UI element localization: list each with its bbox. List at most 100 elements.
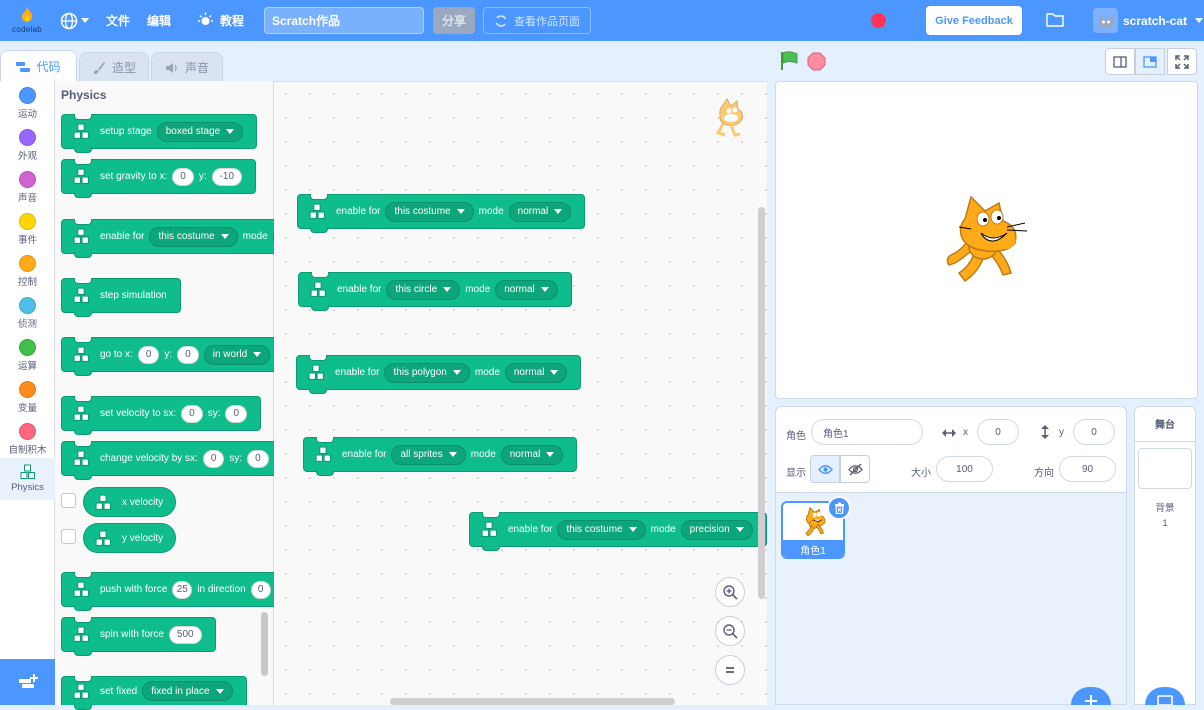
go-to-block[interactable]: go to x: 0 y: 0 in world	[61, 337, 285, 376]
sprite-cat-icon[interactable]	[941, 193, 1031, 290]
target-dropdown[interactable]: this costume	[557, 519, 646, 540]
tutorials-menu[interactable]: 教程	[197, 0, 244, 41]
target-dropdown[interactable]: this costume	[149, 226, 238, 247]
script-workspace[interactable]	[274, 81, 767, 705]
push-with-force-block[interactable]: push with force 25 in direction 0	[61, 572, 274, 611]
hide-sprite-button[interactable]	[840, 455, 870, 483]
tab-costumes[interactable]: 造型	[79, 52, 149, 82]
target-dropdown[interactable]: this costume	[385, 201, 474, 222]
block-label: step simulation	[100, 290, 167, 301]
small-stage-button[interactable]	[1105, 48, 1135, 75]
target-dropdown[interactable]: this polygon	[384, 362, 470, 383]
velocity-sy-input[interactable]: 0	[225, 404, 248, 423]
zoom-in-button[interactable]	[715, 577, 745, 607]
x-velocity-checkbox[interactable]	[61, 493, 76, 508]
change-sx-input[interactable]: 0	[202, 449, 225, 468]
green-flag-icon[interactable]	[780, 51, 799, 74]
delete-sprite-button[interactable]	[827, 496, 851, 520]
sprite-thumb-icon	[800, 506, 830, 541]
change-sy-input[interactable]: 0	[247, 449, 269, 468]
gravity-y-input[interactable]: -10	[211, 167, 243, 186]
sprite-name-input[interactable]: 角色1	[811, 419, 923, 445]
tab-sounds[interactable]: 声音	[151, 52, 223, 82]
mode-dropdown[interactable]: normal	[508, 201, 572, 222]
workspace-enable-for-block[interactable]: enable for this costume mode precision	[469, 512, 767, 551]
category-events[interactable]: 事件	[0, 213, 55, 255]
size-input[interactable]: 100	[936, 456, 993, 482]
category-sound[interactable]: 声音	[0, 171, 55, 213]
target-dropdown[interactable]: all sprites	[391, 444, 466, 465]
set-velocity-block[interactable]: set velocity to sx: 0 sy: 0	[61, 396, 262, 435]
category-physics[interactable]: Physics	[0, 458, 55, 500]
fixed-mode-dropdown[interactable]: fixed in place	[142, 681, 233, 701]
chevron-down-icon	[1195, 18, 1204, 23]
file-menu[interactable]: 文件	[106, 0, 130, 41]
category-looks[interactable]: 外观	[0, 129, 55, 171]
stage-thumbnail[interactable]	[1138, 448, 1192, 489]
mode-dropdown[interactable]: precision	[680, 519, 753, 540]
workspace-enable-for-block[interactable]: enable for this circle mode normal	[298, 272, 572, 311]
edit-menu[interactable]: 编辑	[147, 0, 171, 41]
direction-input[interactable]: 90	[1059, 456, 1116, 482]
push-direction-input[interactable]: 0	[250, 580, 271, 599]
y-velocity-checkbox[interactable]	[61, 529, 76, 544]
dropdown-value: normal	[509, 449, 541, 460]
dropdown-value: precision	[689, 524, 730, 535]
category-operators[interactable]: 运算	[0, 339, 55, 381]
set-gravity-block[interactable]: set gravity to x: 0 y: -10	[61, 159, 257, 198]
workspace-vertical-scrollbar[interactable]	[758, 207, 765, 599]
palette-scrollbar[interactable]	[261, 612, 268, 676]
normal-stage-button[interactable]	[1135, 48, 1165, 75]
category-variables[interactable]: 变量	[0, 381, 55, 423]
language-menu[interactable]	[60, 0, 89, 41]
add-extension-button[interactable]	[0, 659, 55, 705]
spin-force-input[interactable]: 500	[168, 625, 202, 644]
category-label: 声音	[17, 193, 37, 204]
step-simulation-block[interactable]: step simulation	[61, 278, 181, 317]
folder-icon[interactable]	[1046, 12, 1064, 30]
x-input[interactable]: 0	[977, 419, 1019, 445]
flame-icon	[21, 7, 33, 22]
fullscreen-button[interactable]	[1167, 48, 1197, 75]
change-velocity-block[interactable]: change velocity by sx: 0 sy: 0	[61, 441, 283, 480]
mode-dropdown[interactable]: normal	[500, 444, 564, 465]
mode-dropdown[interactable]: normal	[504, 362, 568, 383]
category-control[interactable]: 控制	[0, 255, 55, 297]
go-to-x-input[interactable]: 0	[137, 345, 160, 364]
stage-type-dropdown[interactable]: boxed stage	[156, 121, 244, 142]
workspace-enable-for-block[interactable]: enable for this polygon mode normal	[296, 355, 582, 394]
enable-for-block[interactable]: enable for this costume mode no	[61, 219, 296, 258]
y-input[interactable]: 0	[1073, 419, 1115, 445]
stop-sign-icon[interactable]	[807, 52, 826, 74]
set-fixed-block[interactable]: set fixed fixed in place	[61, 676, 247, 710]
give-feedback-button[interactable]: Give Feedback	[926, 6, 1022, 35]
go-to-y-input[interactable]: 0	[177, 345, 199, 364]
project-title-input[interactable]	[264, 7, 424, 34]
logo[interactable]: codelab	[8, 0, 46, 41]
account-menu[interactable]: scratch-cat	[1093, 0, 1204, 41]
physics-block-icon	[297, 356, 335, 389]
share-button[interactable]: 分享	[433, 7, 475, 34]
target-dropdown[interactable]: this circle	[386, 279, 461, 300]
record-indicator-icon[interactable]	[871, 13, 886, 28]
spin-with-force-block[interactable]: spin with force 500	[61, 617, 216, 656]
gravity-x-input[interactable]: 0	[172, 167, 194, 186]
setup-stage-block[interactable]: setup stage boxed stage	[61, 114, 258, 153]
mode-dropdown[interactable]: normal	[495, 279, 558, 300]
workspace-horizontal-scrollbar[interactable]	[390, 698, 675, 705]
show-sprite-button[interactable]	[810, 455, 840, 483]
x-velocity-reporter[interactable]: x velocity	[83, 487, 177, 517]
workspace-enable-for-block[interactable]: enable for this costume mode normal	[297, 194, 586, 233]
y-velocity-reporter[interactable]: y velocity	[83, 523, 177, 553]
velocity-sx-input[interactable]: 0	[181, 404, 203, 423]
see-project-page-button[interactable]: 查看作品页面	[483, 7, 591, 34]
category-motion[interactable]: 运动	[0, 87, 55, 129]
workspace-enable-for-block[interactable]: enable for all sprites mode normal	[303, 437, 578, 476]
tab-code[interactable]: 代码	[0, 50, 77, 82]
dropdown-value: in world	[212, 349, 248, 360]
push-force-input[interactable]: 25	[172, 580, 193, 599]
category-sensing[interactable]: 侦测	[0, 297, 55, 339]
zoom-out-button[interactable]	[715, 616, 745, 646]
zoom-reset-button[interactable]	[715, 655, 745, 685]
coordinate-space-dropdown[interactable]: in world	[203, 344, 271, 365]
